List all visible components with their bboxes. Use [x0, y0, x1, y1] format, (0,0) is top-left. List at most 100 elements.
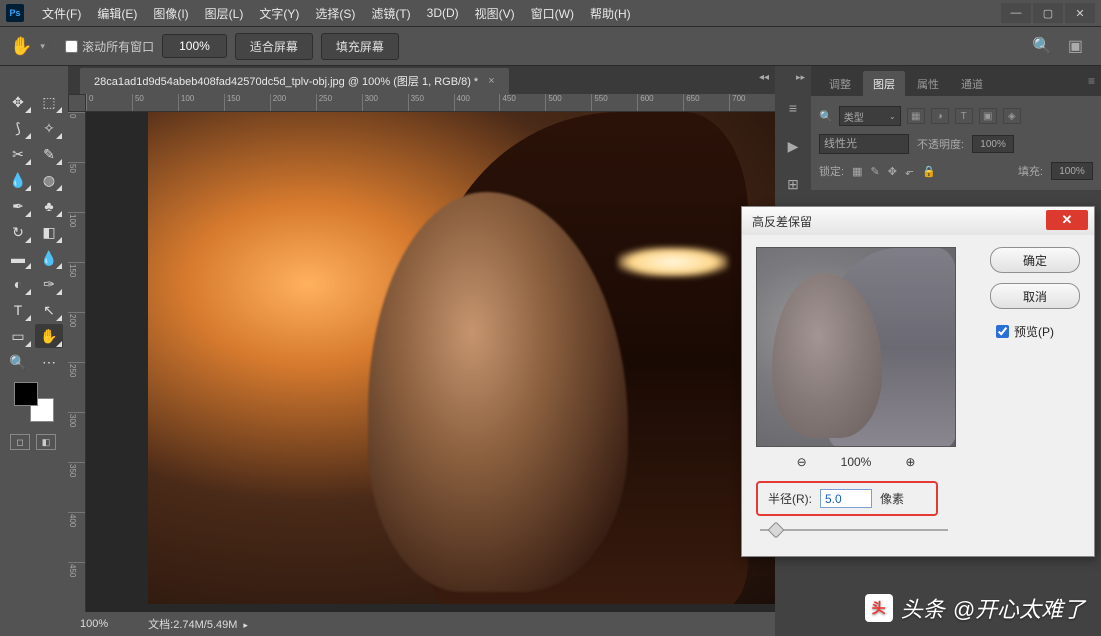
layer-type-filter[interactable]: 类型 ⌄	[839, 106, 901, 126]
blend-mode-select[interactable]: 线性光	[819, 134, 909, 154]
toolbox: ✥ ⬚ ⟆ ✧ ✂ ✎ 💧 ◍ ✒ ♣ ↻ ◧ ▬ 💧 ◐ ✑ T ↖ ▭ ✋ …	[0, 66, 68, 636]
close-tab-icon[interactable]: ×	[488, 75, 494, 87]
status-doc-info[interactable]: 文档:2.74M/5.49M▸	[148, 616, 248, 632]
brush-tool[interactable]: ✒	[4, 194, 32, 218]
filter-smart-icon[interactable]: ◈	[1003, 108, 1021, 124]
fit-screen-button[interactable]: 适合屏幕	[235, 33, 313, 60]
gradient-tool[interactable]: ▬	[4, 246, 32, 270]
eyedropper-tool[interactable]: 💧	[4, 168, 32, 192]
collapse-panels-icon[interactable]: ◂◂	[759, 72, 769, 83]
healing-tool[interactable]: ◍	[35, 168, 63, 192]
preview-checkbox[interactable]: 预览(P)	[996, 323, 1080, 340]
quick-mask-button[interactable]: ◧	[36, 434, 56, 450]
hand-tool-icon[interactable]: ✋	[10, 36, 32, 57]
cancel-button[interactable]: 取消	[990, 283, 1080, 309]
slice-tool[interactable]: ✎	[35, 142, 63, 166]
filter-pixel-icon[interactable]: ▦	[907, 108, 925, 124]
lock-artboard-icon[interactable]: ⬐	[905, 165, 914, 178]
shape-tool[interactable]: ▭	[4, 324, 32, 348]
filter-type-icon[interactable]: T	[955, 108, 973, 124]
menu-view[interactable]: 视图(V)	[467, 1, 523, 26]
menu-image[interactable]: 图像(I)	[145, 1, 196, 26]
menu-file[interactable]: 文件(F)	[34, 1, 89, 26]
properties-panel-icon[interactable]: ⊞	[781, 172, 805, 196]
eraser-tool[interactable]: ◧	[35, 220, 63, 244]
menu-window[interactable]: 窗口(W)	[523, 1, 582, 26]
edit-toolbar[interactable]: ⋯	[35, 350, 63, 374]
stamp-tool[interactable]: ♣	[35, 194, 63, 218]
document-tab[interactable]: 28ca1ad1d9d54abeb408fad42570dc5d_tplv-ob…	[80, 68, 509, 94]
menu-layer[interactable]: 图层(L)	[197, 1, 252, 26]
history-brush-tool[interactable]: ↻	[4, 220, 32, 244]
panel-menu-icon[interactable]: ≡	[1088, 74, 1095, 88]
menu-select[interactable]: 选择(S)	[307, 1, 363, 26]
opacity-field[interactable]: 100%	[972, 135, 1014, 153]
foreground-color-swatch[interactable]	[14, 382, 38, 406]
maximize-button[interactable]: ▢	[1033, 3, 1063, 23]
workspace-icon[interactable]: ▣	[1068, 36, 1083, 56]
menu-type[interactable]: 文字(Y)	[251, 1, 307, 26]
filter-shape-icon[interactable]: ▣	[979, 108, 997, 124]
path-tool[interactable]: ↖	[35, 298, 63, 322]
standard-mode-button[interactable]: ◻	[10, 434, 30, 450]
fill-screen-button[interactable]: 填充屏幕	[321, 33, 399, 60]
dodge-tool[interactable]: ◐	[4, 272, 32, 296]
tab-adjustments[interactable]: 调整	[819, 71, 861, 96]
lock-position-icon[interactable]: ✥	[888, 165, 897, 178]
radius-input[interactable]	[820, 489, 872, 508]
marquee-tool[interactable]: ⬚	[35, 90, 63, 114]
search-icon: 🔍	[819, 110, 833, 123]
fill-field[interactable]: 100%	[1051, 162, 1093, 180]
slider-thumb[interactable]	[768, 522, 785, 539]
options-bar: ✋ ▾ | 滚动所有窗口 100% 适合屏幕 填充屏幕 🔍 ▣	[0, 26, 1101, 66]
ok-button[interactable]: 确定	[990, 247, 1080, 273]
tab-channels[interactable]: 通道	[951, 71, 993, 96]
collapse-dock-icon[interactable]: ▸▸	[796, 72, 805, 83]
lock-label: 锁定:	[819, 163, 844, 179]
type-tool[interactable]: T	[4, 298, 32, 322]
search-icon[interactable]: 🔍	[1032, 36, 1052, 56]
status-zoom[interactable]: 100%	[80, 618, 108, 630]
menu-filter[interactable]: 滤镜(T)	[363, 1, 418, 26]
dropdown-icon[interactable]: ▾	[40, 41, 45, 52]
zoom-out-icon[interactable]: ⊖	[797, 455, 807, 469]
ruler-horizontal[interactable]: 0501001502002503003504004505005506006507…	[86, 94, 775, 112]
dialog-titlebar[interactable]: 高反差保留 ✕	[742, 207, 1094, 235]
color-swatches[interactable]	[14, 382, 54, 422]
filter-adjust-icon[interactable]: ◑	[931, 108, 949, 124]
menu-3d[interactable]: 3D(D)	[419, 2, 467, 24]
toutiao-logo: 头	[865, 594, 893, 622]
dialog-title: 高反差保留	[752, 213, 812, 230]
minimize-button[interactable]: —	[1001, 3, 1031, 23]
dialog-preview[interactable]	[756, 247, 956, 447]
zoom-display[interactable]: 100%	[162, 34, 227, 58]
close-button[interactable]: ✕	[1065, 3, 1095, 23]
scroll-all-checkbox[interactable]: 滚动所有窗口	[65, 38, 154, 55]
menu-help[interactable]: 帮助(H)	[582, 1, 639, 26]
pen-tool[interactable]: ✑	[35, 272, 63, 296]
tab-properties[interactable]: 属性	[907, 71, 949, 96]
actions-panel-icon[interactable]: ▶	[781, 134, 805, 158]
app-logo: Ps	[6, 4, 24, 22]
ruler-vertical[interactable]: 050100150200250300350400450	[68, 112, 86, 612]
ruler-origin[interactable]	[68, 94, 86, 112]
magic-wand-tool[interactable]: ✧	[35, 116, 63, 140]
lock-pixels-icon[interactable]: ✎	[870, 165, 879, 178]
lock-all-icon[interactable]: 🔒	[922, 165, 936, 178]
canvas[interactable]	[148, 112, 788, 604]
watermark-brand: 头条	[901, 592, 945, 624]
panel-tabs: 调整 图层 属性 通道 ≡	[811, 66, 1101, 96]
menu-edit[interactable]: 编辑(E)	[89, 1, 145, 26]
zoom-tool[interactable]: 🔍	[4, 350, 32, 374]
radius-slider[interactable]	[756, 522, 952, 538]
lasso-tool[interactable]: ⟆	[4, 116, 32, 140]
zoom-in-icon[interactable]: ⊕	[905, 455, 915, 469]
dialog-close-button[interactable]: ✕	[1046, 210, 1088, 230]
tab-layers[interactable]: 图层	[863, 71, 905, 96]
history-panel-icon[interactable]: ≡	[781, 96, 805, 120]
move-tool[interactable]: ✥	[4, 90, 32, 114]
blur-tool[interactable]: 💧	[35, 246, 63, 270]
crop-tool[interactable]: ✂	[4, 142, 32, 166]
lock-transparent-icon[interactable]: ▦	[852, 165, 862, 178]
hand-tool[interactable]: ✋	[35, 324, 63, 348]
